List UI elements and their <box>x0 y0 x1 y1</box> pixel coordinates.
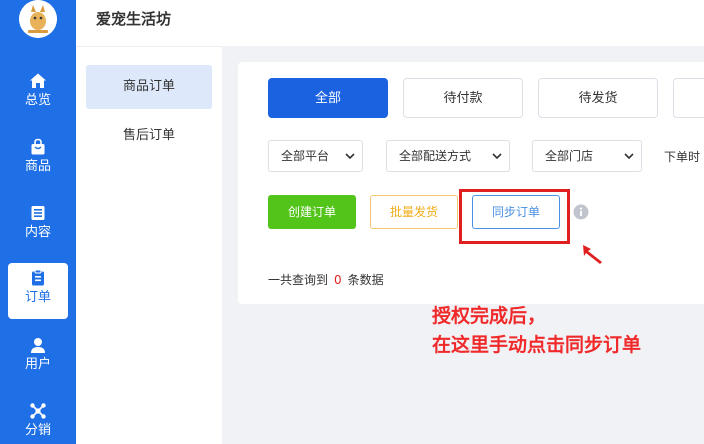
top-header: 爱宠生活坊 <box>76 0 704 46</box>
create-order-button[interactable]: 创建订单 <box>268 195 356 229</box>
batch-ship-button[interactable]: 批量发货 <box>370 195 458 229</box>
result-count-row: 一共查询到 0 条数据 <box>268 271 384 288</box>
user-icon <box>31 338 45 353</box>
app-title: 爱宠生活坊 <box>96 10 172 28</box>
logo-image <box>19 0 57 38</box>
subnav-item-product-orders[interactable]: 商品订单 <box>86 65 212 109</box>
store-select-value: 全部门店 <box>545 149 594 163</box>
sub-nav: 商品订单 售后订单 <box>76 46 222 444</box>
nav-item-label: 总览 <box>24 93 51 108</box>
clipboard-icon <box>32 269 44 286</box>
home-icon <box>30 73 46 88</box>
nav-item-users[interactable]: 用户 <box>8 330 68 386</box>
arrow-icon <box>583 245 602 264</box>
tab-next[interactable] <box>673 78 704 118</box>
nav-item-label: 订单 <box>24 290 51 305</box>
left-nav: 总览 商品 内容 订单 用户 分销 <box>0 0 76 444</box>
result-count: 0 <box>334 273 342 287</box>
highlight-box <box>459 189 570 244</box>
info-icon[interactable] <box>573 204 589 220</box>
nav-item-label: 用户 <box>24 357 51 372</box>
platform-select-value: 全部平台 <box>281 149 330 163</box>
list-icon <box>31 206 45 220</box>
chevron-down-icon <box>345 153 355 160</box>
nav-item-overview[interactable]: 总览 <box>8 66 68 122</box>
tab-pending-payment[interactable]: 待付款 <box>403 78 523 118</box>
orders-panel: 全部 待付款 待发货 全部平台 全部配送方式 全部门店 下单时 创建订单 批量发… <box>238 62 704 304</box>
nav-item-products[interactable]: 商品 <box>8 132 68 188</box>
chevron-down-icon <box>624 153 634 160</box>
bag-icon <box>31 138 45 155</box>
delivery-select[interactable]: 全部配送方式 <box>386 140 510 172</box>
subnav-item-aftersale-orders[interactable]: 售后订单 <box>86 114 212 158</box>
platform-select[interactable]: 全部平台 <box>268 140 363 172</box>
network-icon <box>30 403 46 419</box>
result-suffix: 条数据 <box>347 273 384 287</box>
nav-item-label: 分销 <box>24 423 51 438</box>
chevron-down-icon <box>492 153 502 160</box>
nav-item-label: 商品 <box>24 159 51 174</box>
delivery-select-value: 全部配送方式 <box>399 149 472 163</box>
order-time-label: 下单时 <box>664 150 701 164</box>
nav-item-distribution[interactable]: 分销 <box>8 396 68 444</box>
nav-item-content[interactable]: 内容 <box>8 198 68 254</box>
app-logo[interactable] <box>19 0 57 38</box>
nav-item-orders[interactable]: 订单 <box>8 263 68 319</box>
annotation-line-1: 授权完成后， <box>432 305 547 327</box>
store-select[interactable]: 全部门店 <box>532 140 642 172</box>
annotation-text: 授权完成后， 在这里手动点击同步订单 <box>432 302 641 360</box>
nav-item-label: 内容 <box>24 225 51 240</box>
tab-pending-shipment[interactable]: 待发货 <box>538 78 658 118</box>
result-prefix: 一共查询到 <box>268 273 329 287</box>
tab-all[interactable]: 全部 <box>268 78 388 118</box>
annotation-line-2: 在这里手动点击同步订单 <box>432 334 642 356</box>
